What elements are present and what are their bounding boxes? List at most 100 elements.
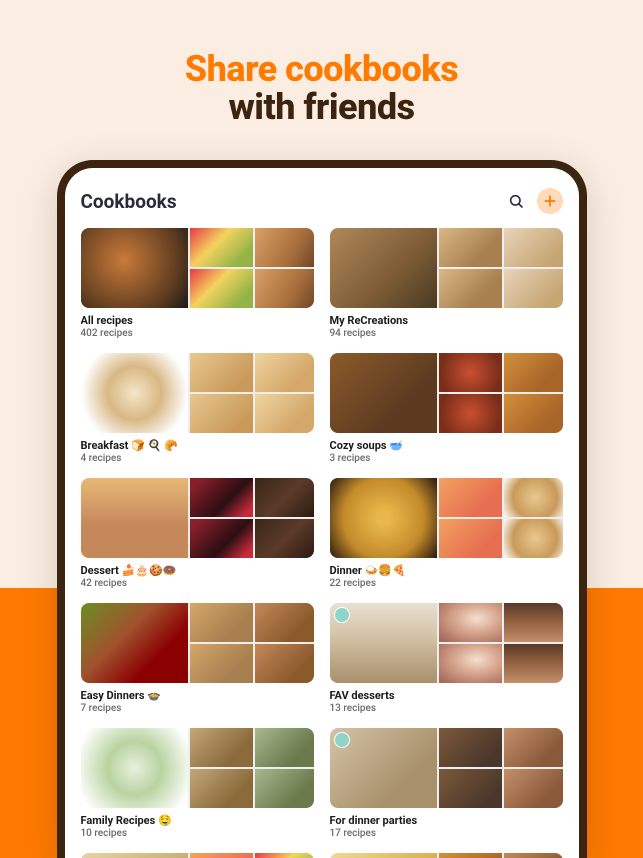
cookbook-count: 4 recipes — [81, 453, 314, 464]
recipe-thumb — [504, 519, 563, 558]
cookbook-collage — [330, 853, 563, 858]
cookbook-count: 402 recipes — [81, 328, 314, 339]
cookbook-count: 17 recipes — [330, 828, 563, 839]
cookbook-title: Family Recipes 🤤 — [81, 814, 314, 827]
recipe-thumb — [330, 728, 437, 808]
cookbook-card[interactable] — [330, 853, 563, 858]
cookbook-collage — [81, 228, 314, 308]
cookbook-card[interactable]: Family Recipes 🤤 10 recipes — [81, 728, 314, 839]
recipe-thumb — [190, 853, 253, 858]
cookbook-count: 13 recipes — [330, 703, 563, 714]
recipe-thumb — [190, 769, 253, 808]
plus-icon — [543, 194, 557, 208]
search-button[interactable] — [503, 188, 529, 214]
cookbook-title: My ReCreations — [330, 314, 563, 327]
shared-badge-icon — [334, 607, 350, 623]
cookbook-card[interactable]: Dessert 🍰🎂🍪🍩 42 recipes — [81, 478, 314, 589]
recipe-thumb — [439, 769, 502, 808]
recipe-thumb — [504, 228, 563, 267]
cookbook-title: Dessert 🍰🎂🍪🍩 — [81, 564, 314, 577]
recipe-thumb — [255, 353, 314, 392]
recipe-thumb — [504, 728, 563, 767]
cookbook-grid: All recipes 402 recipes My ReCreations 9… — [81, 228, 563, 858]
recipe-thumb — [439, 394, 502, 433]
cookbook-title: FAV desserts — [330, 689, 563, 702]
recipe-thumb — [255, 269, 314, 308]
cookbook-count: 10 recipes — [81, 828, 314, 839]
cookbook-card[interactable]: Cozy soups 🥣 3 recipes — [330, 353, 563, 464]
recipe-thumb — [439, 728, 502, 767]
cookbook-title: Cozy soups 🥣 — [330, 439, 563, 452]
recipe-thumb — [190, 603, 253, 642]
cookbook-card[interactable]: All recipes 402 recipes — [81, 228, 314, 339]
recipe-thumb — [330, 228, 437, 308]
cookbook-count: 7 recipes — [81, 703, 314, 714]
cookbook-collage — [81, 853, 314, 858]
cookbook-collage — [330, 603, 563, 683]
recipe-thumb — [255, 644, 314, 683]
recipe-thumb — [255, 519, 314, 558]
cookbook-collage — [330, 228, 563, 308]
cookbook-collage — [330, 478, 563, 558]
cookbook-card[interactable]: Dinner 🍛🍔🍕 22 recipes — [330, 478, 563, 589]
cookbook-card[interactable]: Breakfast 🍞 🍳 🥐 4 recipes — [81, 353, 314, 464]
recipe-thumb — [81, 353, 188, 433]
recipe-thumb — [190, 353, 253, 392]
cookbook-collage — [81, 353, 314, 433]
recipe-thumb — [504, 394, 563, 433]
cookbook-collage — [81, 603, 314, 683]
cookbook-count: 3 recipes — [330, 453, 563, 464]
cookbook-title: Easy Dinners 🍲 — [81, 689, 314, 702]
recipe-thumb — [330, 353, 437, 433]
recipe-thumb — [81, 228, 188, 308]
cookbook-count: 42 recipes — [81, 578, 314, 589]
cookbook-title: All recipes — [81, 314, 314, 327]
add-cookbook-button[interactable] — [537, 188, 563, 214]
recipe-thumb — [439, 228, 502, 267]
cookbook-card[interactable]: For dinner parties 17 recipes — [330, 728, 563, 839]
cookbook-count: 22 recipes — [330, 578, 563, 589]
recipe-thumb — [439, 853, 502, 858]
recipe-thumb — [504, 478, 563, 517]
cookbook-card[interactable]: My ReCreations 94 recipes — [330, 228, 563, 339]
cookbook-title: Breakfast 🍞 🍳 🥐 — [81, 439, 314, 452]
recipe-thumb — [504, 853, 563, 858]
recipe-thumb — [330, 603, 437, 683]
cookbook-collage — [81, 728, 314, 808]
recipe-thumb — [255, 728, 314, 767]
cookbook-card[interactable] — [81, 853, 314, 858]
recipe-thumb — [190, 519, 253, 558]
recipe-thumb — [255, 603, 314, 642]
cookbook-card[interactable]: Easy Dinners 🍲 7 recipes — [81, 603, 314, 714]
recipe-thumb — [190, 228, 253, 267]
recipe-thumb — [190, 728, 253, 767]
recipe-thumb — [330, 853, 437, 858]
recipe-thumb — [255, 394, 314, 433]
screen-header: Cookbooks — [81, 188, 563, 214]
recipe-thumb — [81, 603, 188, 683]
recipe-thumb — [439, 353, 502, 392]
recipe-thumb — [504, 603, 563, 642]
recipe-thumb — [504, 644, 563, 683]
recipe-thumb — [255, 769, 314, 808]
cookbook-count: 94 recipes — [330, 328, 563, 339]
recipe-thumb — [81, 728, 188, 808]
recipe-thumb — [190, 394, 253, 433]
recipe-thumb — [439, 519, 502, 558]
cookbook-title: For dinner parties — [330, 814, 563, 827]
recipe-thumb — [504, 353, 563, 392]
recipe-thumb — [190, 478, 253, 517]
recipe-thumb — [255, 478, 314, 517]
cookbook-card[interactable]: FAV desserts 13 recipes — [330, 603, 563, 714]
app-screen: Cookbooks — [65, 168, 579, 858]
search-icon — [508, 193, 524, 209]
recipe-thumb — [504, 769, 563, 808]
recipe-thumb — [439, 269, 502, 308]
recipe-thumb — [81, 478, 188, 558]
promo-page: Share cookbooks with friends Cookbooks — [0, 0, 643, 858]
recipe-thumb — [190, 269, 253, 308]
header-actions — [503, 188, 563, 214]
recipe-thumb — [330, 478, 437, 558]
recipe-thumb — [439, 478, 502, 517]
hero-line-1: Share cookbooks — [0, 48, 643, 90]
